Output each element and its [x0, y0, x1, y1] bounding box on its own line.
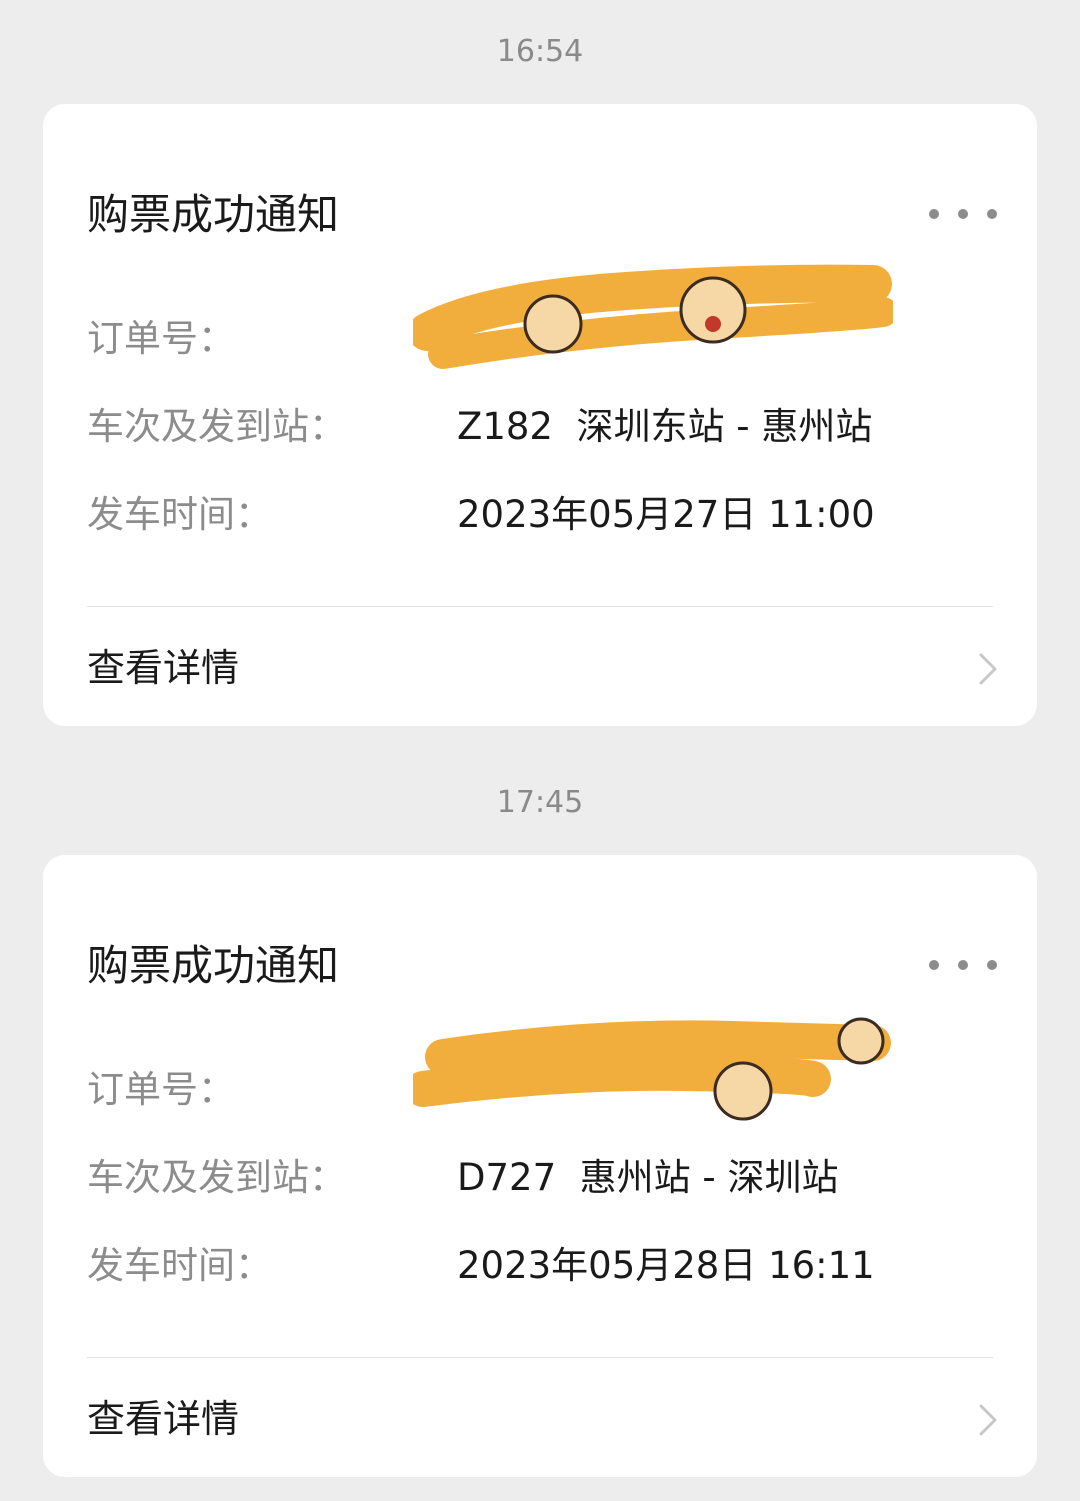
- departure-time-label: 发车时间：: [87, 493, 272, 536]
- train-route-value: D727 惠州站 - 深圳站: [457, 1156, 839, 1199]
- card-title: 购票成功通知: [87, 190, 340, 239]
- ticket-notification-card: 购票成功通知 订单号： 车次及发到站： Z182 深圳东站 - 惠州站 发车时间…: [43, 104, 1037, 726]
- more-horizontal-icon: [929, 209, 939, 219]
- order-number-label: 订单号：: [87, 1068, 235, 1111]
- departure-time-value: 2023年05月28日 16:11: [457, 1244, 875, 1287]
- view-details-label: 查看详情: [87, 1397, 240, 1441]
- view-details-link[interactable]: 查看详情: [43, 1358, 1037, 1477]
- chevron-right-icon: [979, 1404, 997, 1436]
- train-route-label: 车次及发到站：: [87, 405, 346, 448]
- view-details-link[interactable]: 查看详情: [43, 607, 1037, 726]
- more-options-button[interactable]: [923, 945, 1003, 985]
- order-number-label: 订单号：: [87, 317, 235, 360]
- train-route-value: Z182 深圳东站 - 惠州站: [457, 405, 873, 448]
- train-route-label: 车次及发到站：: [87, 1156, 346, 1199]
- card-title: 购票成功通知: [87, 941, 340, 990]
- redaction-scribble: [413, 264, 893, 369]
- departure-time-value: 2023年05月27日 11:00: [457, 493, 875, 536]
- chevron-right-icon: [979, 653, 997, 685]
- more-options-button[interactable]: [923, 194, 1003, 234]
- ticket-notification-card: 购票成功通知 订单号： 车次及发到站： D727 惠州站 - 深圳站 发车时间：…: [43, 855, 1037, 1477]
- more-horizontal-icon: [929, 960, 939, 970]
- message-timestamp: 16:54: [496, 34, 584, 69]
- redaction-scribble: [413, 1017, 891, 1121]
- view-details-label: 查看详情: [87, 646, 240, 690]
- departure-time-label: 发车时间：: [87, 1244, 272, 1287]
- message-timestamp: 17:45: [496, 785, 584, 820]
